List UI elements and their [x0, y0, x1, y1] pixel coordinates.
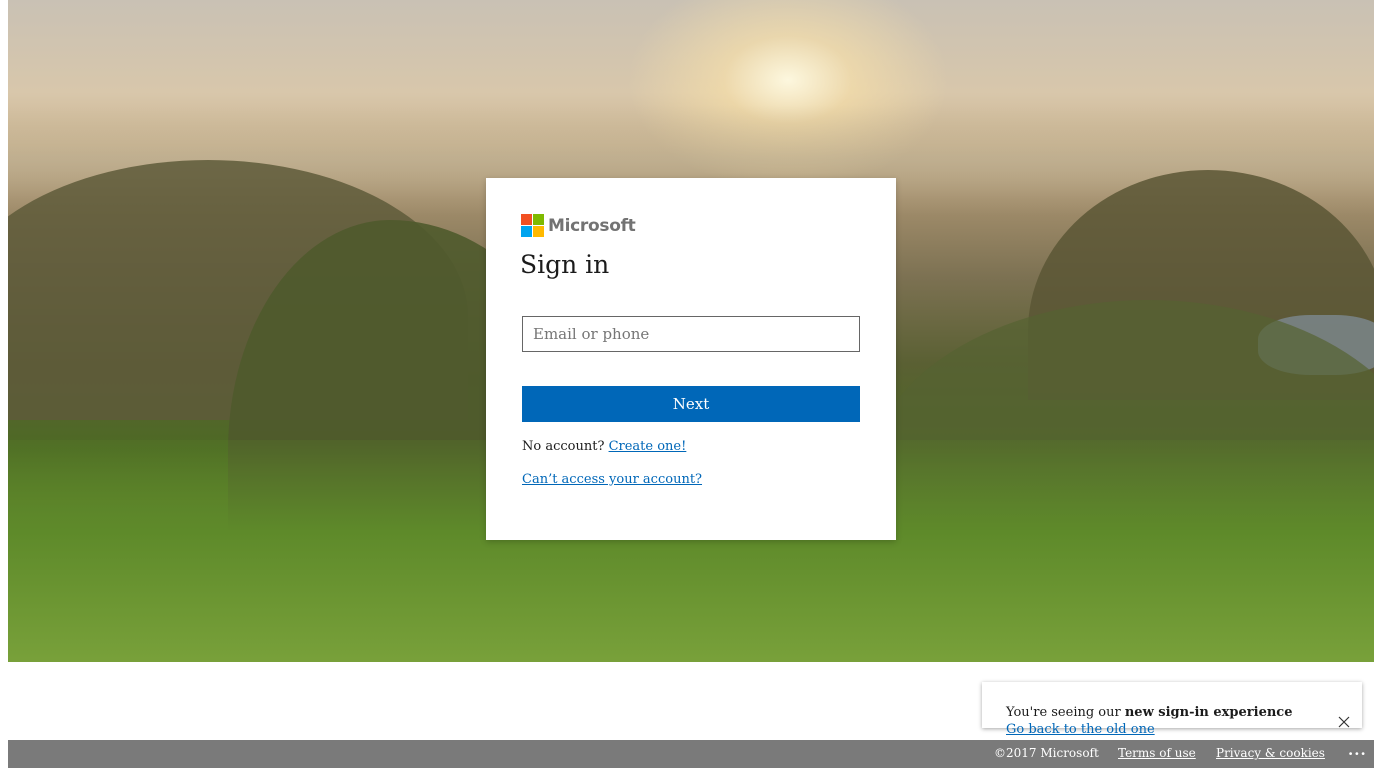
privacy-link[interactable]: Privacy & cookies	[1216, 746, 1325, 760]
signin-card: Microsoft Sign in Next No account? Creat…	[486, 178, 896, 540]
new-experience-notification: You're seeing our new sign-in experience…	[982, 682, 1362, 737]
notification-prefix: You're seeing our	[1006, 705, 1125, 720]
close-icon[interactable]	[1336, 714, 1352, 730]
logo-square-blue	[521, 226, 532, 237]
terms-of-use-link[interactable]: Terms of use	[1118, 746, 1196, 760]
no-account-row: No account? Create one!	[522, 439, 686, 454]
cant-access-link[interactable]: Can’t access your account?	[522, 472, 702, 487]
old-experience-link[interactable]: Go back to the old one	[1006, 722, 1155, 737]
logo-square-green	[533, 214, 544, 225]
microsoft-logo-icon	[521, 214, 544, 237]
page-title: Sign in	[520, 250, 610, 279]
notification-message: You're seeing our new sign-in experience	[1006, 705, 1293, 720]
footer-copyright: ©2017 Microsoft	[994, 746, 1099, 760]
notification-emphasis: new sign-in experience	[1124, 705, 1293, 720]
logo-wordmark: Microsoft	[548, 215, 636, 236]
logo-square-red	[521, 214, 532, 225]
microsoft-logo: Microsoft	[521, 214, 636, 237]
no-account-text: No account?	[522, 439, 605, 454]
create-account-link[interactable]: Create one!	[609, 439, 687, 454]
logo-square-yellow	[533, 226, 544, 237]
more-icon[interactable]: ...	[1348, 741, 1367, 759]
footer: ©2017 Microsoft Terms of use Privacy & c…	[8, 740, 1374, 768]
next-button[interactable]: Next	[522, 386, 860, 422]
email-field[interactable]	[522, 316, 860, 352]
